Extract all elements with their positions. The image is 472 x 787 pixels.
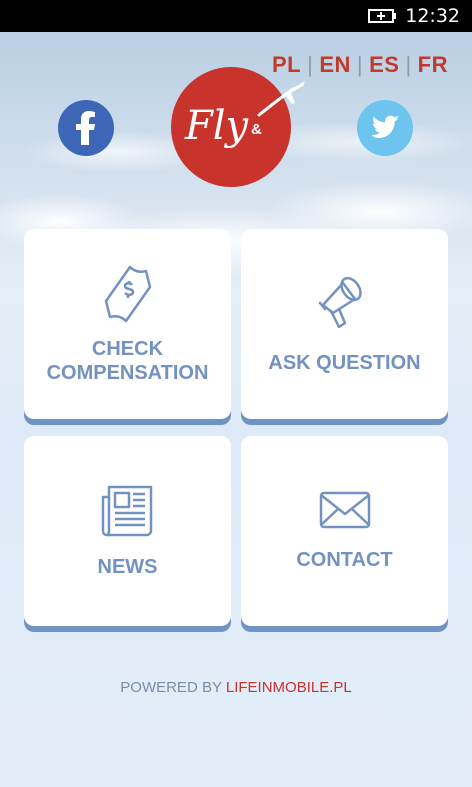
tile-label: ASK QUESTION [268,352,421,374]
footer-brand-link[interactable]: LIFEINMOBILE.PL [226,679,352,696]
language-switcher: PL | EN | ES | FR [272,52,448,78]
tile-label: NEWS [97,556,158,578]
lang-separator: | [307,52,314,77]
lang-separator: | [405,52,412,77]
money-ticket-icon [104,265,151,323]
logo-ampersand: & [251,121,262,138]
check-compensation-tile[interactable]: CHECK COMPENSATION [24,229,231,419]
footer: POWERED BY LIFEINMOBILE.PL [0,679,472,696]
megaphone-icon [318,276,362,329]
twitter-icon [371,115,399,138]
lang-en[interactable]: EN [319,52,351,77]
envelope-icon [319,491,370,529]
news-tile[interactable]: NEWS [24,436,231,626]
facebook-button[interactable] [58,100,114,156]
footer-prefix: POWERED BY [120,679,226,696]
contact-tile[interactable]: CONTACT [241,436,448,626]
lang-es[interactable]: ES [369,52,399,77]
battery-charging-icon [368,9,396,23]
lang-fr[interactable]: FR [418,52,448,77]
tile-label: CONTACT [296,549,393,571]
twitter-button[interactable] [357,100,413,156]
facebook-icon [76,111,95,145]
ask-question-tile[interactable]: ASK QUESTION [241,229,448,419]
airplane-icon [257,81,305,117]
newspaper-icon [101,485,152,537]
status-time: 12:32 [405,5,460,27]
app-logo: Fly & [171,67,305,187]
logo-text: Fly [185,103,249,149]
tile-label: CHECK COMPENSATION [46,338,209,384]
status-bar: 12:32 [0,0,472,32]
lang-pl[interactable]: PL [272,52,301,77]
lang-separator: | [356,52,364,77]
